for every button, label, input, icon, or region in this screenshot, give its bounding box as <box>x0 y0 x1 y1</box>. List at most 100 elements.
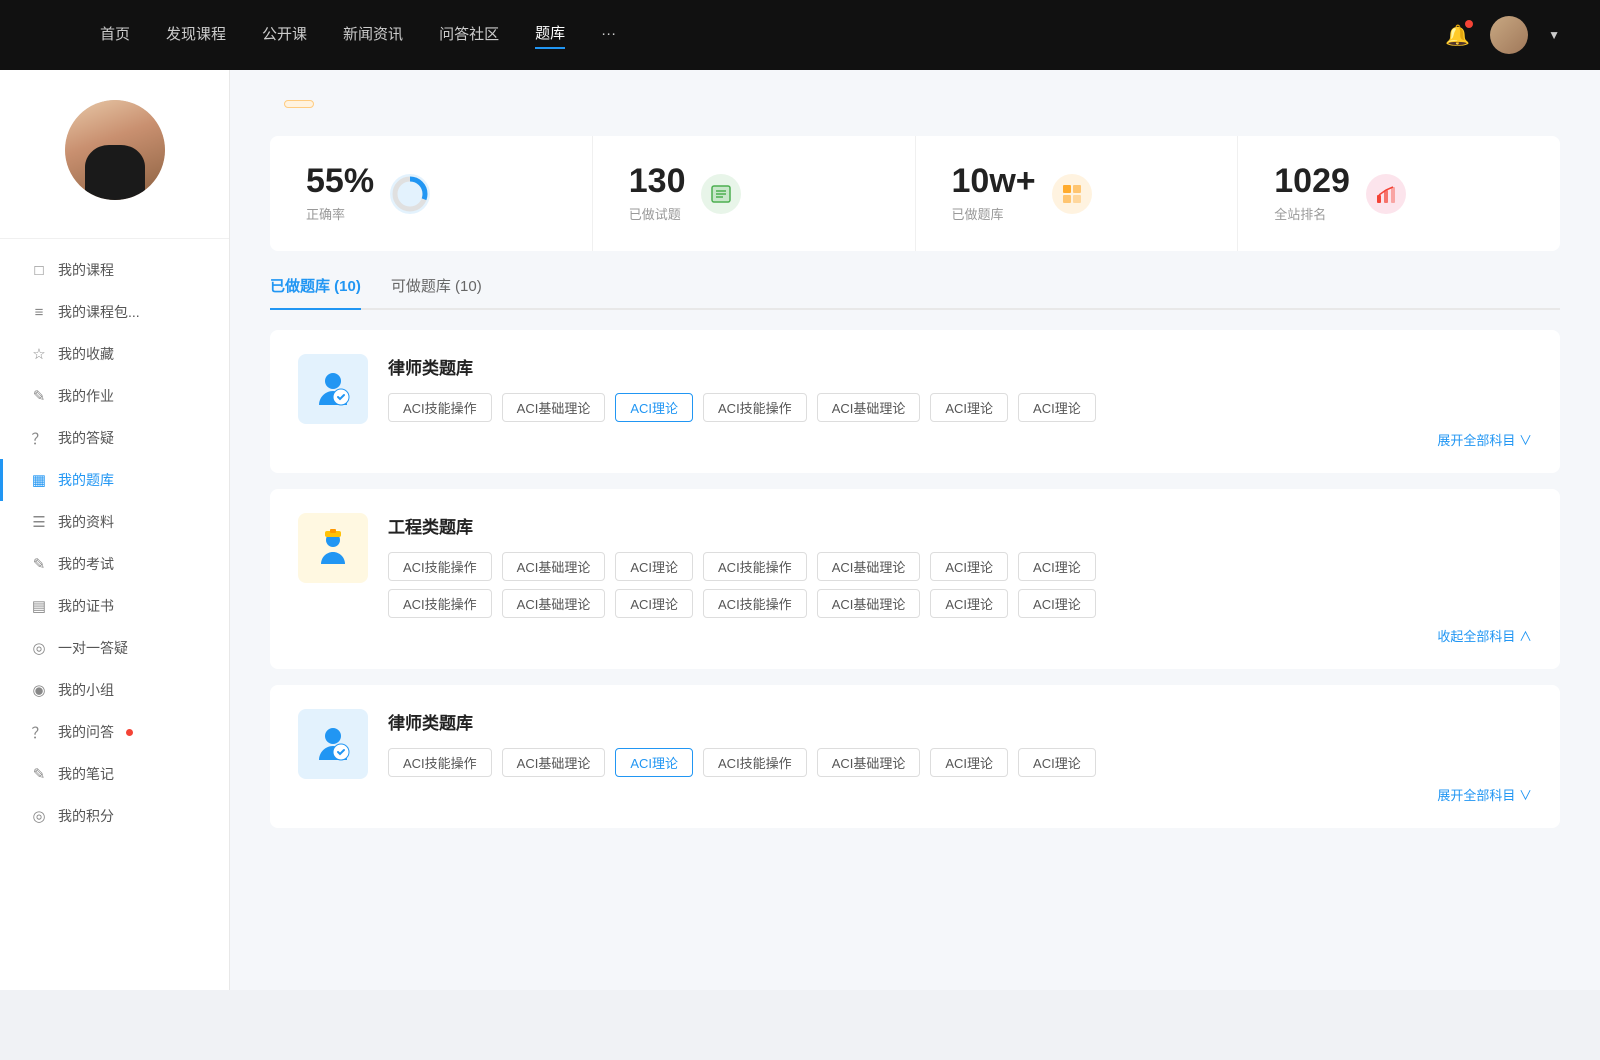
nav-item-···[interactable]: ··· <box>601 25 616 46</box>
qbank-card-0: 律师类题库ACI技能操作ACI基础理论ACI理论ACI技能操作ACI基础理论AC… <box>270 330 1560 473</box>
tag-0-5[interactable]: ACI理论 <box>930 393 1008 422</box>
qbank-card-1: 工程类题库ACI技能操作ACI基础理论ACI理论ACI技能操作ACI基础理论AC… <box>270 489 1560 669</box>
accuracy-icon <box>390 174 430 214</box>
tag-r2-1-1[interactable]: ACI基础理论 <box>502 589 606 618</box>
sidebar-label-my-qa: 我的问答 <box>58 722 114 742</box>
menu-icon-points: ◎ <box>30 807 48 825</box>
sidebar-label-certificates: 我的证书 <box>58 596 114 616</box>
sidebar-item-points[interactable]: ◎我的积分 <box>0 795 229 837</box>
tag-2-4[interactable]: ACI基础理论 <box>817 748 921 777</box>
sidebar-label-materials: 我的资料 <box>58 512 114 532</box>
tag-r2-1-0[interactable]: ACI技能操作 <box>388 589 492 618</box>
sidebar-item-courses[interactable]: □我的课程 <box>0 249 229 291</box>
avatar[interactable] <box>1490 16 1528 54</box>
menu-icon-groups: ◉ <box>30 681 48 699</box>
banks-icon <box>1052 174 1092 214</box>
tag-r2-1-3[interactable]: ACI技能操作 <box>703 589 807 618</box>
qbank-card-2: 律师类题库 ACI技能操作 ACI基础理论 ACI理论 ACI技能操作 ACI基础理论 AC… <box>270 685 1560 828</box>
tag-r2-1-4[interactable]: ACI基础理论 <box>817 589 921 618</box>
sidebar-item-notes[interactable]: ✎我的笔记 <box>0 753 229 795</box>
stat-accuracy-value: 55% <box>306 164 374 198</box>
sidebar-label-favorites: 我的收藏 <box>58 344 114 364</box>
qbank-icon-1 <box>298 513 368 583</box>
sidebar-item-homework[interactable]: ✎ 我的作业 <box>0 375 229 417</box>
qbank-icon-0 <box>298 354 368 424</box>
tab-1[interactable]: 可做题库 (10) <box>391 275 482 308</box>
sidebar-item-exams[interactable]: ✎我的考试 <box>0 543 229 585</box>
notification-bell[interactable]: 🔔 <box>1445 23 1470 48</box>
stat-done-questions: 130 已做试题 <box>593 136 916 251</box>
topnav-right: 🔔 ▼ <box>1425 16 1560 54</box>
stat-ranking-label: 全站排名 <box>1274 204 1350 223</box>
nav-item-问答社区[interactable]: 问答社区 <box>439 23 499 48</box>
main-content: 55% 正确率 130 已做试题 <box>230 70 1600 990</box>
tag-r1-1-3[interactable]: ACI技能操作 <box>703 552 807 581</box>
tag-2-3[interactable]: ACI技能操作 <box>703 748 807 777</box>
menu-icon-certificates: ▤ <box>30 597 48 615</box>
sidebar-item-certificates[interactable]: ▤ 我的证书 <box>0 585 229 627</box>
expand-link-0[interactable]: 展开全部科目 ∨ <box>388 430 1532 449</box>
collapse-link-1[interactable]: 收起全部科目 ∧ <box>388 626 1532 645</box>
menu-icon-courses: □ <box>30 261 48 279</box>
qbank-content-1: 工程类题库ACI技能操作ACI基础理论ACI理论ACI技能操作ACI基础理论AC… <box>388 513 1532 645</box>
tag-2-6[interactable]: ACI理论 <box>1018 748 1096 777</box>
expand-link-2[interactable]: 展开全部科目 ∨ <box>388 785 1532 804</box>
sidebar-item-my-qa[interactable]: ？ 我的问答 <box>0 711 229 753</box>
sidebar-label-one-on-one: 一对一答疑 <box>58 638 128 658</box>
tag-r2-1-6[interactable]: ACI理论 <box>1018 589 1096 618</box>
tag-r2-1-2[interactable]: ACI理论 <box>615 589 693 618</box>
tab-0[interactable]: 已做题库 (10) <box>270 275 361 308</box>
tag-0-0[interactable]: ACI技能操作 <box>388 393 492 422</box>
tag-r1-1-1[interactable]: ACI基础理论 <box>502 552 606 581</box>
chevron-down-icon[interactable]: ▼ <box>1548 28 1560 42</box>
sidebar-label-homework: 我的作业 <box>58 386 114 406</box>
tag-0-1[interactable]: ACI基础理论 <box>502 393 606 422</box>
stat-done-banks-value: 10w+ <box>952 164 1036 198</box>
menu-icon-homework: ✎ <box>30 387 48 405</box>
tag-r1-1-0[interactable]: ACI技能操作 <box>388 552 492 581</box>
sidebar-profile <box>0 100 229 218</box>
menu-icon-my-qa: ？ <box>30 723 48 741</box>
tag-r1-1-6[interactable]: ACI理论 <box>1018 552 1096 581</box>
stat-done-questions-value: 130 <box>629 164 686 198</box>
nav-item-发现课程[interactable]: 发现课程 <box>166 23 226 48</box>
tag-2-2[interactable]: ACI理论 <box>615 748 693 777</box>
main-layout: □我的课程≡我的课程包...☆我的收藏 ✎ 我的作业 ？ 我的答疑 ▦我的题库 ☰ 我的资料 ✎… <box>0 70 1600 990</box>
tag-0-2[interactable]: ACI理论 <box>615 393 693 422</box>
tag-0-6[interactable]: ACI理论 <box>1018 393 1096 422</box>
tag-r2-1-5[interactable]: ACI理论 <box>930 589 1008 618</box>
nav-item-首页[interactable]: 首页 <box>100 23 130 48</box>
top-navigation: 首页 发现课程 公开课 新闻资讯 问答社区 题库 ··· 🔔 ▼ <box>0 0 1600 70</box>
tag-0-4[interactable]: ACI基础理论 <box>817 393 921 422</box>
menu-icon-question-bank: ▦ <box>30 471 48 489</box>
menu-icon-notes: ✎ <box>30 765 48 783</box>
sidebar-item-one-on-one[interactable]: ◎一对一答疑 <box>0 627 229 669</box>
question-bank-list: 律师类题库ACI技能操作ACI基础理论ACI理论ACI技能操作ACI基础理论AC… <box>270 330 1560 828</box>
sidebar-item-groups[interactable]: ◉我的小组 <box>0 669 229 711</box>
nav-item-公开课[interactable]: 公开课 <box>262 23 307 48</box>
sidebar-item-favorites[interactable]: ☆我的收藏 <box>0 333 229 375</box>
tag-0-3[interactable]: ACI技能操作 <box>703 393 807 422</box>
tag-2-0[interactable]: ACI技能操作 <box>388 748 492 777</box>
notification-badge <box>1465 20 1473 28</box>
menu-icon-materials: ☰ <box>30 513 48 531</box>
sidebar-item-course-packages[interactable]: ≡我的课程包... <box>0 291 229 333</box>
menu-icon-qa: ？ <box>30 429 48 447</box>
sidebar-divider <box>0 238 229 239</box>
sidebar-item-materials[interactable]: ☰ 我的资料 <box>0 501 229 543</box>
menu-icon-course-packages: ≡ <box>30 303 48 321</box>
tag-2-1[interactable]: ACI基础理论 <box>502 748 606 777</box>
profile-avatar <box>65 100 165 200</box>
nav-item-题库[interactable]: 题库 <box>535 22 565 49</box>
qbank-tags-row2-1: ACI技能操作 ACI基础理论 ACI理论 ACI技能操作 ACI基础理论 ACI理论 AC… <box>388 589 1532 618</box>
tag-2-5[interactable]: ACI理论 <box>930 748 1008 777</box>
menu-icon-exams: ✎ <box>30 555 48 573</box>
tag-r1-1-2[interactable]: ACI理论 <box>615 552 693 581</box>
tag-r1-1-4[interactable]: ACI基础理论 <box>817 552 921 581</box>
qbank-title-2: 律师类题库 <box>388 709 1532 734</box>
tag-r1-1-5[interactable]: ACI理论 <box>930 552 1008 581</box>
sidebar-item-qa[interactable]: ？ 我的答疑 <box>0 417 229 459</box>
sidebar-label-qa: 我的答疑 <box>58 428 114 448</box>
sidebar-item-question-bank[interactable]: ▦我的题库 <box>0 459 229 501</box>
nav-item-新闻资讯[interactable]: 新闻资讯 <box>343 23 403 48</box>
